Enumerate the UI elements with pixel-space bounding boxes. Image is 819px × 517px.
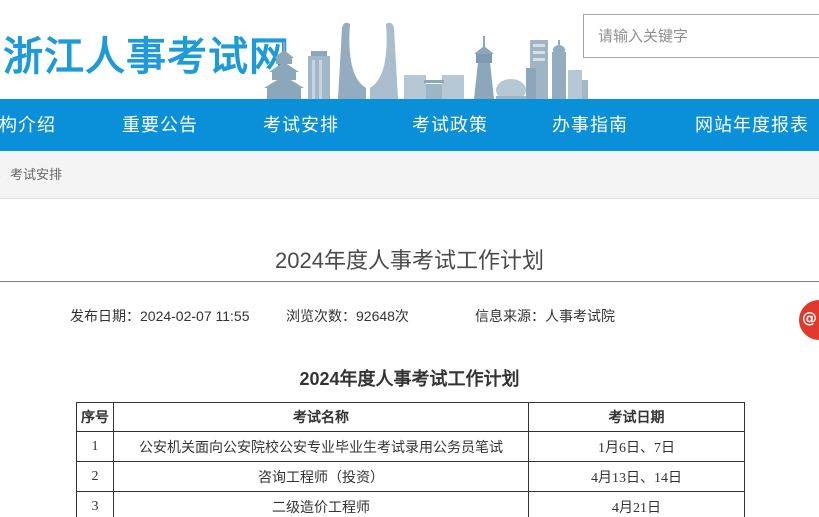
info-source-label: 信息来源： (475, 308, 545, 324)
cell-index: 3 (77, 492, 114, 517)
main-nav: 机构介绍 重要公告 考试安排 考试政策 办事指南 网站年度报表 (0, 99, 819, 151)
table-row: 1 公安机关面向公安院校公安专业毕业生考试录用公务员笔试 1月6日、7日 (77, 432, 745, 462)
publish-date-value: 2024-02-07 11:55 (140, 308, 250, 324)
view-count: 浏览次数：92648次 (286, 306, 409, 326)
cell-exam-date: 4月13日、14日 (529, 462, 745, 492)
col-header-index: 序号 (77, 403, 114, 432)
info-source: 信息来源：人事考试院 (475, 306, 615, 326)
breadcrumb-arrow-icon: » (0, 151, 1, 199)
page: 浙江人事考试网 (0, 0, 819, 517)
cell-exam-date: 4月21日 (529, 492, 745, 517)
col-header-exam-name: 考试名称 (114, 403, 529, 432)
cell-index: 2 (77, 462, 114, 492)
view-count-value: 92648次 (356, 308, 409, 324)
cell-exam-name: 公安机关面向公安院校公安专业毕业生考试录用公务员笔试 (114, 432, 529, 462)
publish-date-label: 发布日期： (70, 308, 140, 324)
article-meta: 发布日期：2024-02-07 11:55 浏览次数：92648次 信息来源：人… (0, 306, 819, 324)
cell-exam-name: 二级造价工程师 (114, 492, 529, 517)
info-source-value: 人事考试院 (545, 308, 615, 324)
nav-item-kaoshizhengce[interactable]: 考试政策 (412, 99, 488, 151)
breadcrumb: » 考试安排 (0, 151, 819, 199)
search-input[interactable] (583, 14, 819, 58)
share-badge-icon: @ (802, 309, 817, 327)
divider (0, 281, 819, 282)
nav-item-niandubaobiao[interactable]: 网站年度报表 (695, 99, 809, 151)
nav-item-jigoujieshao[interactable]: 机构介绍 (0, 99, 56, 151)
cell-exam-name: 咨询工程师（投资） (114, 462, 529, 492)
col-header-exam-date: 考试日期 (529, 403, 745, 432)
view-count-label: 浏览次数： (286, 308, 356, 324)
nav-item-kaoshianpai[interactable]: 考试安排 (263, 99, 339, 151)
table-row: 2 咨询工程师（投资） 4月13日、14日 (77, 462, 745, 492)
cell-exam-date: 1月6日、7日 (529, 432, 745, 462)
nav-item-zhongyaogonggao[interactable]: 重要公告 (122, 99, 198, 151)
exam-plan-table: 序号 考试名称 考试日期 1 公安机关面向公安院校公安专业毕业生考试录用公务员笔… (76, 402, 745, 517)
table-title: 2024年度人事考试工作计划 (0, 365, 819, 391)
publish-date: 发布日期：2024-02-07 11:55 (70, 306, 250, 326)
page-title: 2024年度人事考试工作计划 (0, 243, 819, 275)
site-header: 浙江人事考试网 (0, 0, 819, 99)
city-skyline-illustration (238, 18, 588, 99)
table-row: 3 二级造价工程师 4月21日 (77, 492, 745, 517)
cell-index: 1 (77, 432, 114, 462)
breadcrumb-current[interactable]: 考试安排 (10, 151, 62, 199)
table-header-row: 序号 考试名称 考试日期 (77, 403, 745, 432)
nav-item-banshizhinan[interactable]: 办事指南 (552, 99, 628, 151)
